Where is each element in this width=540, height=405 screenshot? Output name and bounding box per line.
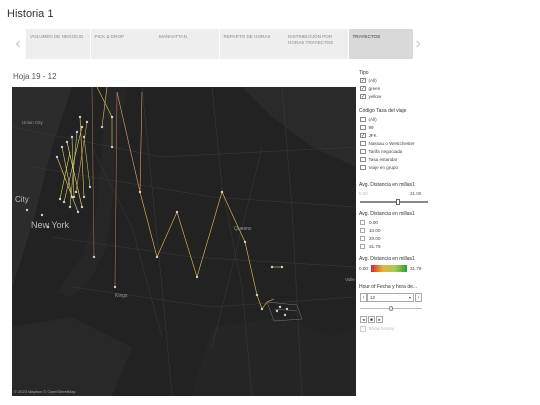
- checkbox-icon[interactable]: [360, 156, 366, 163]
- map-label-city: City: [15, 195, 29, 204]
- long-island-sound: [242, 87, 356, 167]
- trip-map[interactable]: Union City City New York Queens Kings Va…: [12, 87, 356, 396]
- color-legend-min: 0.00: [359, 265, 368, 271]
- color-legend-title: Avg. Distancia en millas1: [359, 256, 415, 262]
- filter-codigo-tarifa[interactable]: Tarifa negociada: [360, 148, 402, 155]
- map-label-union-city: Union City: [22, 120, 43, 125]
- distance-options-title: Avg. Distancia en millas1: [359, 211, 415, 217]
- filter-tipo-title: Tipo: [359, 70, 369, 76]
- checkbox-icon[interactable]: [360, 140, 366, 147]
- show-history-label: Show history: [368, 326, 395, 332]
- color-legend: 0.00 31.79: [359, 264, 421, 272]
- color-legend-gradient: [370, 264, 407, 272]
- playback-play-icon[interactable]: ▸: [376, 316, 383, 323]
- tab-pick-drop[interactable]: PICK & DROP: [90, 29, 155, 59]
- sheet-title: Hoja 19 - 12: [13, 72, 57, 81]
- chevron-left-icon[interactable]: ‹: [12, 34, 24, 54]
- filter-tipo-green[interactable]: ✓ green: [360, 85, 380, 92]
- checkbox-checked-icon[interactable]: ✓: [360, 93, 366, 100]
- hudson-river: [12, 87, 72, 287]
- story-title: Historia 1: [7, 8, 54, 20]
- distance-option[interactable]: 10.00: [360, 227, 381, 234]
- checkbox-checked-icon[interactable]: ✓: [360, 132, 366, 139]
- hour-slider-handle[interactable]: [389, 306, 393, 311]
- chevron-down-icon: ▾: [408, 295, 411, 300]
- map-canvas: [12, 87, 356, 396]
- radio-icon[interactable]: [360, 244, 365, 249]
- map-label-queens: Queens: [234, 226, 252, 232]
- tab-manhattan[interactable]: MANHATTAN: [155, 29, 219, 59]
- filter-codigo-jfk[interactable]: ✓ JFK: [360, 132, 377, 139]
- tab-reparto-de-horas[interactable]: REPARTO DE HORAS: [219, 29, 284, 59]
- checkbox-icon[interactable]: [360, 164, 366, 171]
- playback-back-icon[interactable]: ◂: [360, 316, 367, 323]
- hour-select-value: 12: [370, 295, 376, 300]
- filter-codigo-grupo[interactable]: Viaje en grupo: [360, 164, 398, 171]
- hour-filter-title: Hour of Fecha y hora de...: [359, 284, 418, 290]
- distance-option[interactable]: 0.00: [360, 219, 378, 226]
- map-attribution[interactable]: © 2023 Mapbox © OpenStreetMap: [14, 389, 76, 394]
- distance-slider-handle[interactable]: [396, 199, 400, 205]
- tab-volumen-de-negocio[interactable]: VOLUMEN DE NEGOCIO: [26, 29, 90, 59]
- map-label-new-york: New York: [31, 220, 70, 230]
- checkbox-checked-icon[interactable]: ✓: [360, 77, 366, 84]
- hour-select[interactable]: 12 ▾: [367, 293, 414, 302]
- map-label-valle: Valle: [345, 277, 355, 282]
- distance-slider-title: Avg. Distancia en millas1: [359, 182, 415, 188]
- filter-codigo-title: Código Tasa del viaje: [359, 108, 407, 114]
- hour-prev-button[interactable]: ‹: [360, 293, 367, 302]
- story-tabs: VOLUMEN DE NEGOCIO PICK & DROP MANHATTAN…: [26, 29, 413, 59]
- map-label-kings: Kings: [115, 293, 128, 299]
- filter-codigo-nassau[interactable]: Nassau o Westchester: [360, 140, 415, 147]
- distance-slider-max: 31.00: [410, 191, 422, 196]
- tab-trayectos[interactable]: TRAYECTOS: [348, 29, 413, 59]
- radio-icon[interactable]: [360, 236, 365, 241]
- filter-tipo-all[interactable]: ✓ (All): [360, 77, 377, 84]
- checkbox-icon[interactable]: [360, 124, 366, 131]
- chevron-right-icon[interactable]: ›: [412, 34, 424, 54]
- distance-slider-min: 0.00: [359, 191, 368, 196]
- show-history-toggle[interactable]: Show history: [360, 326, 394, 332]
- lower-bay: [12, 317, 132, 396]
- checkbox-icon[interactable]: [360, 326, 366, 332]
- radio-icon[interactable]: [360, 220, 365, 225]
- hour-next-button[interactable]: ›: [415, 293, 422, 302]
- distance-option[interactable]: 20.00: [360, 235, 381, 242]
- checkbox-checked-icon[interactable]: ✓: [360, 85, 366, 92]
- checkbox-icon[interactable]: [360, 116, 366, 123]
- radio-icon[interactable]: [360, 228, 365, 233]
- filter-codigo-tasa[interactable]: Tasa estandar: [360, 156, 397, 163]
- tab-distribucion-horas-trayectos[interactable]: DISTRIBUCIÓN POR HORAS TRAYECTOS: [284, 29, 348, 59]
- filter-codigo-all[interactable]: (All): [360, 116, 377, 123]
- filter-codigo-99[interactable]: 99: [360, 124, 374, 131]
- distance-slider-track[interactable]: [360, 201, 428, 203]
- color-legend-max: 31.79: [409, 265, 422, 271]
- playback-stop-icon[interactable]: ■: [368, 316, 375, 323]
- checkbox-icon[interactable]: [360, 148, 366, 155]
- filter-tipo-yellow[interactable]: ✓ yellow: [360, 93, 381, 100]
- distance-option[interactable]: 31.79: [360, 243, 381, 250]
